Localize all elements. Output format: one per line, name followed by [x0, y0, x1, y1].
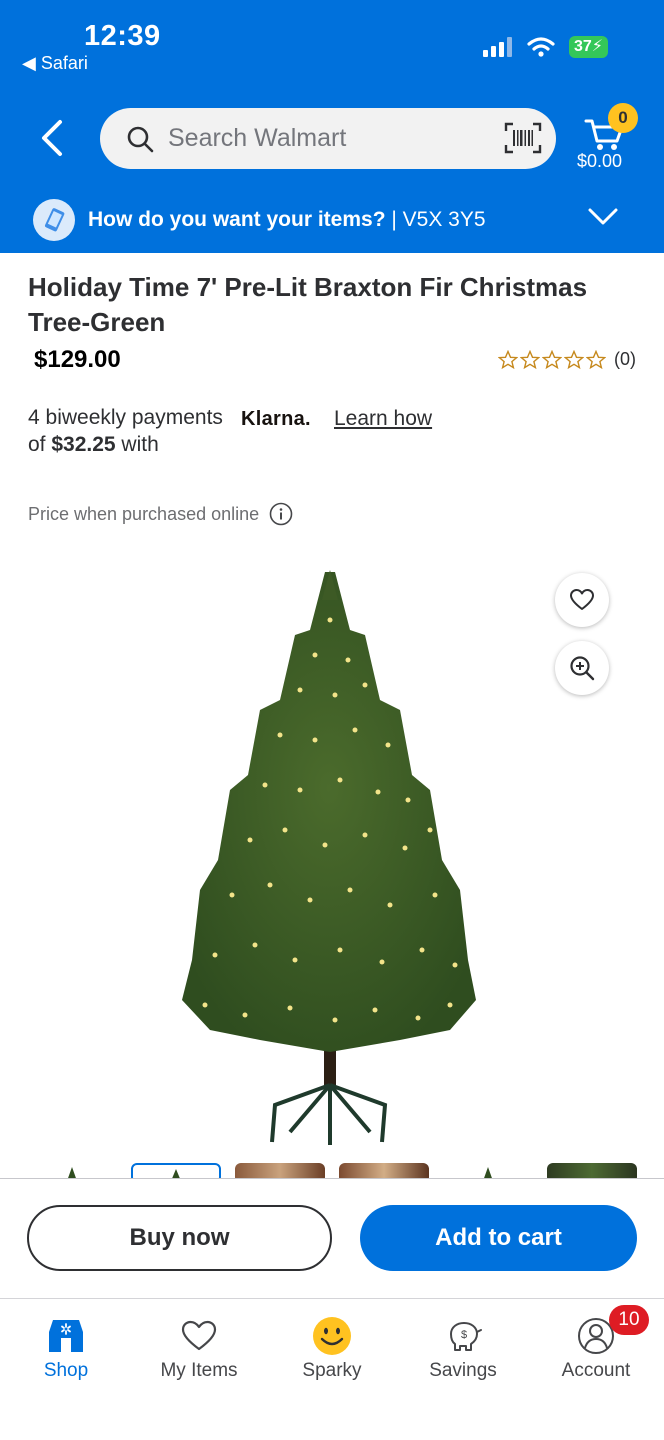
- account-notification-badge: 10: [609, 1305, 649, 1335]
- search-icon: [127, 126, 154, 152]
- thumbnail[interactable]: [339, 1163, 429, 1178]
- buy-now-button[interactable]: Buy now: [27, 1205, 332, 1271]
- back-app-label: Safari: [40, 53, 88, 73]
- klarna-logo: Klarna.: [241, 408, 311, 430]
- nav-savings[interactable]: $ Savings: [403, 1316, 523, 1382]
- star-icon: [564, 349, 584, 369]
- delivery-location: | V5X 3Y5: [385, 208, 486, 231]
- heart-icon: [179, 1316, 219, 1356]
- nav-my-items[interactable]: My Items: [139, 1316, 259, 1382]
- shop-icon: [46, 1316, 86, 1356]
- battery-level: 37: [573, 38, 592, 55]
- barcode-scan-icon[interactable]: [504, 122, 542, 154]
- delivery-selector[interactable]: How do you want your items? | V5X 3Y5: [0, 194, 664, 253]
- product-rating[interactable]: (0): [498, 349, 636, 370]
- delivery-question: How do you want your items?: [88, 208, 386, 231]
- back-to-safari[interactable]: ◀ Safari: [22, 53, 88, 74]
- nav-my-items-label: My Items: [160, 1360, 238, 1381]
- piggy-bank-icon: $: [443, 1316, 483, 1356]
- status-indicators: 37⚡: [482, 36, 608, 58]
- thumbnail-strip: [0, 1160, 664, 1178]
- heart-icon: [570, 589, 594, 610]
- christmas-tree-image: [182, 570, 476, 1145]
- klarna-line2: with: [115, 433, 159, 456]
- thumbnail[interactable]: [27, 1163, 117, 1178]
- thumbnail[interactable]: [547, 1163, 637, 1178]
- nav-account-label: Account: [561, 1360, 631, 1381]
- nav-sparky[interactable]: Sparky: [272, 1316, 392, 1382]
- price-note-text: Price when purchased online: [28, 503, 260, 524]
- add-to-cart-button[interactable]: Add to cart: [360, 1205, 637, 1271]
- price-note: Price when purchased online: [28, 502, 293, 526]
- battery-indicator: 37⚡: [568, 36, 608, 58]
- nav-sparky-label: Sparky: [302, 1360, 362, 1381]
- star-icon: [498, 349, 518, 369]
- nav-savings-label: Savings: [429, 1360, 497, 1381]
- product-price: $129.00: [34, 346, 121, 373]
- info-icon[interactable]: [269, 502, 293, 526]
- search-bar[interactable]: [100, 108, 556, 169]
- klarna-installments: 4 biweekly payments of $32.25 with: [28, 404, 238, 458]
- status-time: 12:39: [84, 20, 161, 52]
- delivery-text: How do you want your items? | V5X 3Y5: [88, 208, 486, 232]
- zoom-button[interactable]: [555, 641, 609, 695]
- zoom-in-icon: [570, 656, 595, 681]
- favorite-button[interactable]: [555, 573, 609, 627]
- nav-shop[interactable]: Shop: [6, 1316, 126, 1382]
- divider: [0, 1178, 664, 1179]
- nav-shop-label: Shop: [43, 1360, 89, 1381]
- delivery-phone-icon: [33, 199, 75, 241]
- wifi-icon: [527, 37, 555, 57]
- thumbnail[interactable]: [443, 1163, 533, 1178]
- search-input[interactable]: [168, 124, 488, 153]
- cart-count-badge: 0: [608, 103, 638, 133]
- thumbnail-selected[interactable]: [131, 1163, 221, 1178]
- back-arrow-icon[interactable]: [36, 118, 70, 158]
- star-icon: [542, 349, 562, 369]
- cart-total: $0.00: [577, 151, 623, 171]
- product-title: Holiday Time 7' Pre-Lit Braxton Fir Chri…: [28, 272, 588, 337]
- chevron-down-icon: [588, 208, 618, 225]
- signal-icon: [482, 37, 512, 57]
- sparky-icon: [312, 1316, 352, 1356]
- app-header: 12:39 ◀ Safari 37⚡ Search Walmart 0 $0.0…: [0, 0, 664, 253]
- divider: [0, 1298, 664, 1299]
- star-icon: [520, 349, 540, 369]
- svg-text:$: $: [461, 1329, 467, 1341]
- thumbnail[interactable]: [235, 1163, 325, 1178]
- klarna-amount: $32.25: [51, 433, 116, 456]
- learn-how-link[interactable]: Learn how: [334, 407, 432, 431]
- star-icon: [586, 349, 606, 369]
- rating-count: (0): [614, 349, 636, 369]
